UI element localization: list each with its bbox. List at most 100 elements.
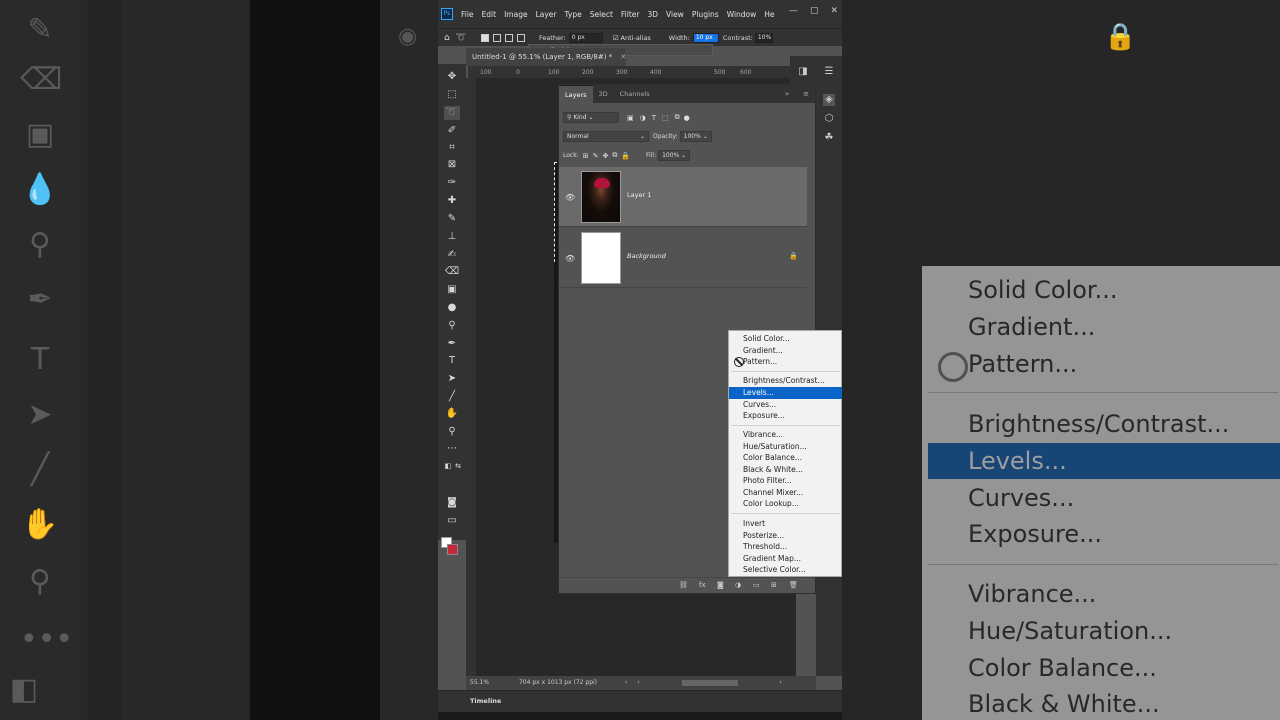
channels-panel-icon[interactable]: ☘: [823, 132, 835, 144]
delete-layer-icon[interactable]: 🗑: [789, 581, 798, 589]
menu-item-color-lookup[interactable]: Color Lookup...: [729, 498, 842, 510]
line-tool-icon[interactable]: ╱: [444, 390, 460, 404]
quick-mask-icon[interactable]: ◙: [444, 496, 460, 510]
zoom-level[interactable]: 55.1%: [470, 679, 489, 686]
menu-type[interactable]: Type: [565, 10, 582, 19]
menu-plugins[interactable]: Plugins: [692, 10, 719, 19]
menu-item-levels[interactable]: Levels...: [729, 387, 842, 399]
eraser-tool-icon[interactable]: ⌫: [444, 265, 460, 279]
screen-mode-icon[interactable]: ▭: [444, 514, 460, 528]
zoom-tool-icon[interactable]: ⚲: [444, 425, 460, 439]
horizontal-scrollbar[interactable]: [681, 679, 738, 686]
layers-panel-icon[interactable]: ◈: [823, 94, 835, 106]
new-layer-icon[interactable]: ⊞: [771, 581, 777, 589]
tab-close-icon[interactable]: ✕: [620, 53, 626, 61]
menu-item-exposure[interactable]: Exposure...: [729, 410, 842, 422]
brush-tool-icon[interactable]: ✎: [444, 212, 460, 226]
menu-help[interactable]: He: [764, 10, 774, 19]
add-to-selection-icon[interactable]: [492, 33, 501, 42]
type-tool-icon[interactable]: T: [444, 354, 460, 368]
menu-item-vibrance[interactable]: Vibrance...: [729, 429, 842, 441]
menu-item-color-balance[interactable]: Color Balance...: [729, 452, 842, 464]
home-icon[interactable]: ⌂: [444, 33, 450, 43]
scroll-left-icon[interactable]: ‹: [637, 679, 639, 686]
gradient-tool-icon[interactable]: ▣: [444, 283, 460, 297]
filter-pixel-icon[interactable]: ▣: [627, 114, 634, 122]
menu-item-curves[interactable]: Curves...: [729, 399, 842, 411]
link-layers-icon[interactable]: ⛓: [679, 581, 688, 589]
menu-item-hue-saturation[interactable]: Hue/Saturation...: [729, 441, 842, 453]
menu-item-invert[interactable]: Invert: [729, 518, 842, 530]
scroll-right-icon[interactable]: ›: [780, 679, 782, 686]
lock-position-icon[interactable]: ✥: [602, 152, 608, 160]
menu-item-gradient[interactable]: Gradient...: [729, 345, 842, 357]
menu-file[interactable]: File: [461, 10, 474, 19]
filter-smart-object-icon[interactable]: ⧉: [675, 113, 680, 122]
menu-item-posterize[interactable]: Posterize...: [729, 530, 842, 542]
panel-menu-icon[interactable]: ≡: [803, 85, 809, 103]
lock-transparent-icon[interactable]: ⊞: [583, 152, 589, 160]
tab-channels[interactable]: Channels: [614, 85, 656, 103]
menu-item-channel-mixer[interactable]: Channel Mixer...: [729, 487, 842, 499]
menu-item-threshold[interactable]: Threshold...: [729, 541, 842, 553]
filter-kind-select[interactable]: ⚲ Kind ⌄: [563, 112, 619, 123]
layer-row-background[interactable]: 👁 Background 🔒: [559, 228, 807, 288]
status-arrow-icon[interactable]: ›: [625, 679, 627, 686]
menu-layer[interactable]: Layer: [536, 10, 557, 19]
layer-row-layer-1[interactable]: 👁 Layer 1: [559, 167, 807, 227]
contrast-input[interactable]: 10%: [754, 32, 773, 43]
background-color-swatch[interactable]: [447, 544, 458, 555]
lock-image-icon[interactable]: ✎: [593, 152, 599, 160]
properties-panel-icon[interactable]: ◨: [797, 66, 809, 78]
pen-tool-icon[interactable]: ✒: [444, 337, 460, 351]
feather-input[interactable]: 0 px: [568, 32, 603, 43]
menu-item-black-white[interactable]: Black & White...: [729, 464, 842, 476]
subtract-from-selection-icon[interactable]: [504, 33, 513, 42]
lock-artboard-icon[interactable]: ⧉: [612, 151, 617, 160]
menu-filter[interactable]: Filter: [621, 10, 640, 19]
new-group-icon[interactable]: ▭: [753, 581, 760, 589]
swap-colors-icon[interactable]: ⇆: [450, 459, 466, 473]
menu-item-photo-filter[interactable]: Photo Filter...: [729, 475, 842, 487]
visibility-eye-icon[interactable]: 👁: [565, 254, 575, 263]
lasso-tool-icon[interactable]: ➰: [444, 106, 460, 120]
adjustments-panel-icon[interactable]: ☰: [823, 66, 835, 78]
frame-tool-icon[interactable]: ⊠: [444, 158, 460, 172]
magnetic-lasso-tool-preset-icon[interactable]: ➰: [456, 33, 467, 43]
layer-style-fx-icon[interactable]: fx: [699, 581, 706, 589]
document-tab[interactable]: Untitled-1 @ 55.1% (Layer 1, RGB/8#) * ✕: [466, 48, 626, 66]
width-input[interactable]: 10 px: [692, 32, 719, 43]
menu-window[interactable]: Window: [727, 10, 757, 19]
quick-select-tool-icon[interactable]: ✐: [444, 124, 460, 138]
menu-item-pattern[interactable]: Pattern...: [729, 356, 842, 368]
maximize-icon[interactable]: ▢: [810, 6, 819, 16]
filter-toggle-icon[interactable]: ●: [684, 114, 690, 122]
close-icon[interactable]: ✕: [830, 6, 838, 16]
fill-input[interactable]: 100% ⌄: [658, 150, 691, 161]
blur-tool-icon[interactable]: ●: [444, 301, 460, 315]
hand-tool-icon[interactable]: ✋: [444, 407, 460, 421]
panel-collapse-icon[interactable]: »: [785, 85, 789, 103]
menu-item-selective-color[interactable]: Selective Color...: [729, 564, 842, 576]
new-selection-icon[interactable]: [480, 33, 489, 42]
opacity-input[interactable]: 100% ⌄: [679, 131, 712, 142]
dodge-tool-icon[interactable]: ⚲: [444, 319, 460, 333]
move-tool-icon[interactable]: ✥: [444, 70, 460, 84]
menu-item-gradient-map[interactable]: Gradient Map...: [729, 553, 842, 565]
menu-select[interactable]: Select: [590, 10, 613, 19]
lock-all-icon[interactable]: 🔒: [621, 152, 630, 160]
antialias-checkbox[interactable]: ☑: [613, 34, 619, 42]
more-tools-icon[interactable]: ⋯: [444, 442, 460, 456]
add-mask-icon[interactable]: ◙: [717, 581, 724, 589]
timeline-panel[interactable]: Timeline: [438, 690, 842, 712]
tab-layers[interactable]: Layers: [559, 85, 593, 103]
tab-3d[interactable]: 3D: [593, 85, 614, 103]
menu-edit[interactable]: Edit: [482, 10, 497, 19]
minimize-icon[interactable]: —: [789, 6, 798, 16]
filter-adjustment-icon[interactable]: ◑: [640, 114, 646, 122]
eyedropper-tool-icon[interactable]: ✑: [444, 176, 460, 190]
filter-shape-icon[interactable]: ⬚: [662, 114, 669, 122]
history-brush-tool-icon[interactable]: ✍: [444, 248, 460, 262]
menu-3d[interactable]: 3D: [647, 10, 658, 19]
stamp-tool-icon[interactable]: ⊥: [444, 230, 460, 244]
